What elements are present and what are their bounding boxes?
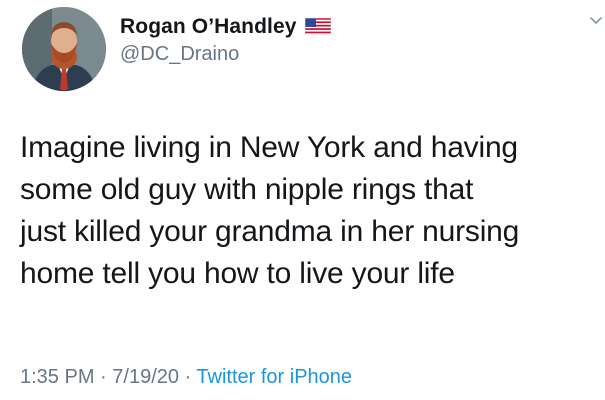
user-handle[interactable]: @DC_Draino [120,43,331,66]
display-name[interactable]: Rogan O’Handley [120,15,297,39]
meta-separator: · [179,366,197,388]
tweet-source-link[interactable]: Twitter for iPhone [196,366,352,388]
us-flag-icon [304,17,331,36]
chevron-down-icon[interactable] [589,14,603,28]
avatar[interactable] [22,7,106,91]
user-names: Rogan O’Handley @DC_Draino [120,15,331,66]
tweet-card: Rogan O’Handley @DC_Draino Imagine livin… [0,0,605,400]
meta-separator: · [94,366,113,388]
tweet-header: Rogan O’Handley @DC_Draino [22,6,331,92]
display-name-row: Rogan O’Handley [120,15,331,39]
tweet-date[interactable]: 7/19/20 [112,366,179,388]
tweet-text: Imagine living in New York and having so… [20,131,520,290]
tweet-time[interactable]: 1:35 PM [20,366,94,388]
tweet-meta: 1:35 PM · 7/19/20 · Twitter for iPhone [20,366,352,389]
